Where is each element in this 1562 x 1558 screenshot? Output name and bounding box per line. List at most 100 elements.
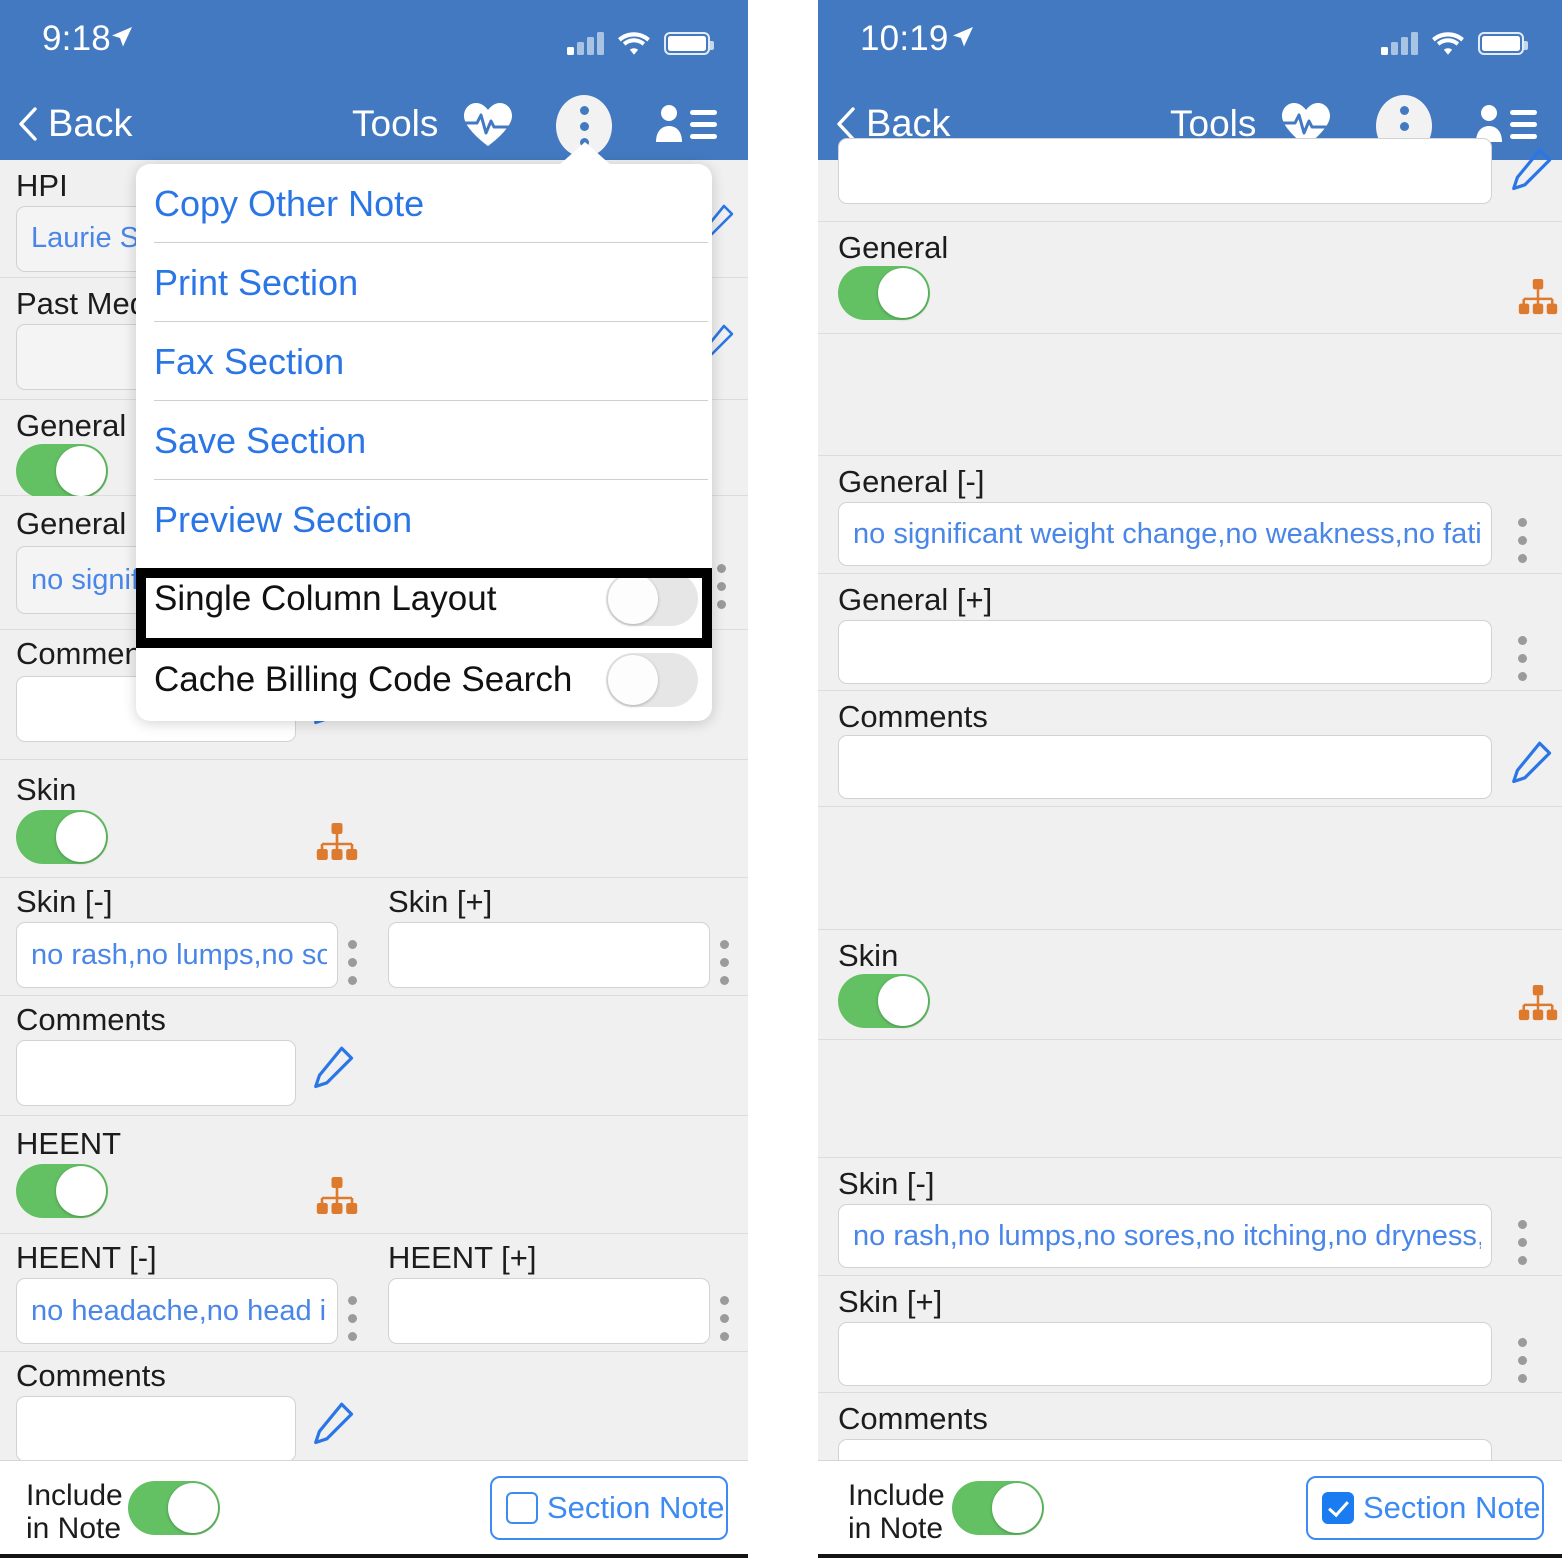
section-note-checkbox[interactable]: [506, 1492, 538, 1524]
heent-negative-handle[interactable]: [348, 1296, 357, 1341]
general-negative-handle[interactable]: [717, 564, 726, 609]
heent-negative-value: no headache,no head i...: [31, 1295, 327, 1327]
field-label-skin-positive: Skin [+]: [838, 1284, 943, 1319]
skin-negative-value: no rash,no lumps,no sores,no itching,no …: [853, 1220, 1481, 1252]
popup-caret: [558, 142, 612, 166]
org-chart-icon[interactable]: [316, 1176, 358, 1221]
row-heent-toggle: HEENT: [0, 1116, 748, 1234]
chevron-left-icon: [837, 107, 855, 141]
row-general-comments: Comments: [818, 691, 1562, 807]
patient-list-icon[interactable]: [654, 104, 718, 151]
row-skin-positive: Skin [+]: [818, 1276, 1562, 1393]
skin-positive-handle[interactable]: [720, 940, 729, 985]
single-column-layout-toggle[interactable]: [606, 572, 698, 626]
include-in-note-label: Include in Note: [26, 1479, 123, 1545]
menu-item-label: Print Section: [154, 261, 359, 303]
top-partial-textbox[interactable]: [838, 138, 1492, 204]
right-status-bar: 10:19: [818, 0, 1562, 88]
menu-item-label: Fax Section: [154, 340, 345, 382]
status-time: 10:19: [860, 19, 949, 58]
org-chart-icon[interactable]: [316, 822, 358, 867]
field-label-general-negative: General [-: [16, 506, 154, 541]
skin-positive-handle[interactable]: [1518, 1338, 1527, 1383]
heent-positive-handle[interactable]: [720, 1296, 729, 1341]
tools-button[interactable]: Tools: [352, 103, 438, 145]
field-label-general: General: [838, 230, 949, 265]
heent-comments-textbox[interactable]: [16, 1396, 296, 1462]
pencil-icon[interactable]: [312, 1400, 354, 1453]
heart-pulse-icon[interactable]: [462, 102, 514, 153]
row-top-partial-comments: [818, 138, 1562, 222]
row-skin-toggle: Skin: [0, 760, 748, 878]
general-comments-textbox[interactable]: [838, 735, 1492, 799]
menu-item-label: Cache Billing Code Search: [154, 660, 573, 699]
menu-item-fax-section[interactable]: Fax Section: [136, 322, 712, 401]
skin-toggle[interactable]: [838, 974, 930, 1028]
general-negative-textbox[interactable]: no significant weight change,no weakness…: [838, 502, 1492, 566]
location-arrow-icon: [953, 27, 973, 47]
pencil-icon[interactable]: [1510, 739, 1552, 792]
section-note-button[interactable]: Section Note: [1306, 1476, 1544, 1540]
general-positive-handle[interactable]: [1518, 636, 1527, 681]
field-label-general: General: [16, 408, 127, 443]
general-negative-handle[interactable]: [1518, 518, 1527, 563]
field-label-heent-negative: HEENT [-]: [16, 1240, 157, 1275]
row-spacer-skin: [818, 1040, 1562, 1158]
menu-item-copy-other-note[interactable]: Copy Other Note: [136, 164, 712, 243]
row-spacer-general: [818, 334, 1562, 456]
skin-negative-handle[interactable]: [1518, 1220, 1527, 1265]
general-toggle[interactable]: [16, 444, 108, 498]
left-status-bar: 9:18: [0, 0, 748, 88]
heent-toggle[interactable]: [16, 1164, 108, 1218]
status-indicators: [567, 23, 714, 55]
general-toggle[interactable]: [838, 266, 930, 320]
section-note-label: Section Note: [1363, 1490, 1541, 1525]
menu-item-cache-billing-code-search[interactable]: Cache Billing Code Search: [136, 639, 712, 721]
include-in-note-label: Include in Note: [848, 1479, 945, 1545]
menu-item-save-section[interactable]: Save Section: [136, 401, 712, 480]
back-button[interactable]: Back: [18, 103, 132, 146]
menu-item-print-section[interactable]: Print Section: [136, 243, 712, 322]
skin-toggle[interactable]: [16, 810, 108, 864]
pencil-icon[interactable]: [312, 1044, 354, 1097]
cache-billing-code-search-toggle[interactable]: [606, 653, 698, 707]
org-chart-icon[interactable]: [1518, 278, 1558, 321]
menu-item-single-column-layout[interactable]: Single Column Layout: [136, 559, 712, 639]
skin-negative-textbox[interactable]: no rash,no lumps,no so...: [16, 922, 338, 988]
chevron-left-icon: [19, 107, 37, 141]
include-in-note-toggle[interactable]: [128, 1481, 220, 1535]
include-line-1: Include: [26, 1479, 123, 1512]
back-button-label: Back: [48, 102, 133, 145]
cellular-signal-icon: [567, 32, 604, 55]
field-label-skin: Skin: [16, 772, 77, 807]
field-label-heent-positive: HEENT [+]: [388, 1240, 537, 1275]
skin-positive-textbox[interactable]: [838, 1322, 1492, 1386]
include-line-2: in Note: [26, 1512, 122, 1545]
row-heent-values: HEENT [-] no headache,no head i... HEENT…: [0, 1234, 748, 1352]
skin-comments-textbox[interactable]: [16, 1040, 296, 1106]
left-phone-screen: 9:18 Back Tools HPI Laurie Past Medic Ge…: [0, 0, 748, 1558]
wifi-icon: [618, 32, 650, 55]
pencil-icon[interactable]: [1510, 146, 1552, 199]
field-label-comments: Comments: [16, 1358, 166, 1393]
heent-positive-textbox[interactable]: [388, 1278, 710, 1344]
section-note-checkbox[interactable]: [1322, 1492, 1354, 1524]
general-positive-textbox[interactable]: [838, 620, 1492, 684]
section-options-popup-menu: Copy Other Note Print Section Fax Sectio…: [136, 142, 712, 721]
field-label-comments: Comments: [838, 1401, 988, 1436]
field-label-skin-positive: Skin [+]: [388, 884, 493, 919]
field-label-general-positive: General [+]: [838, 582, 993, 617]
skin-negative-handle[interactable]: [348, 940, 357, 985]
skin-positive-textbox[interactable]: [388, 922, 710, 988]
heent-negative-textbox[interactable]: no headache,no head i...: [16, 1278, 338, 1344]
include-in-note-toggle[interactable]: [952, 1481, 1044, 1535]
menu-item-preview-section[interactable]: Preview Section: [136, 480, 712, 559]
right-bottom-bar: Include in Note Section Note: [818, 1460, 1562, 1558]
section-note-button[interactable]: Section Note: [490, 1476, 728, 1540]
org-chart-icon[interactable]: [1518, 984, 1558, 1027]
cellular-signal-icon: [1381, 32, 1418, 55]
skin-negative-textbox[interactable]: no rash,no lumps,no sores,no itching,no …: [838, 1204, 1492, 1268]
field-label-general-negative: General [-]: [838, 464, 985, 499]
row-spacer-between: [818, 807, 1562, 930]
status-time: 9:18: [42, 19, 111, 58]
